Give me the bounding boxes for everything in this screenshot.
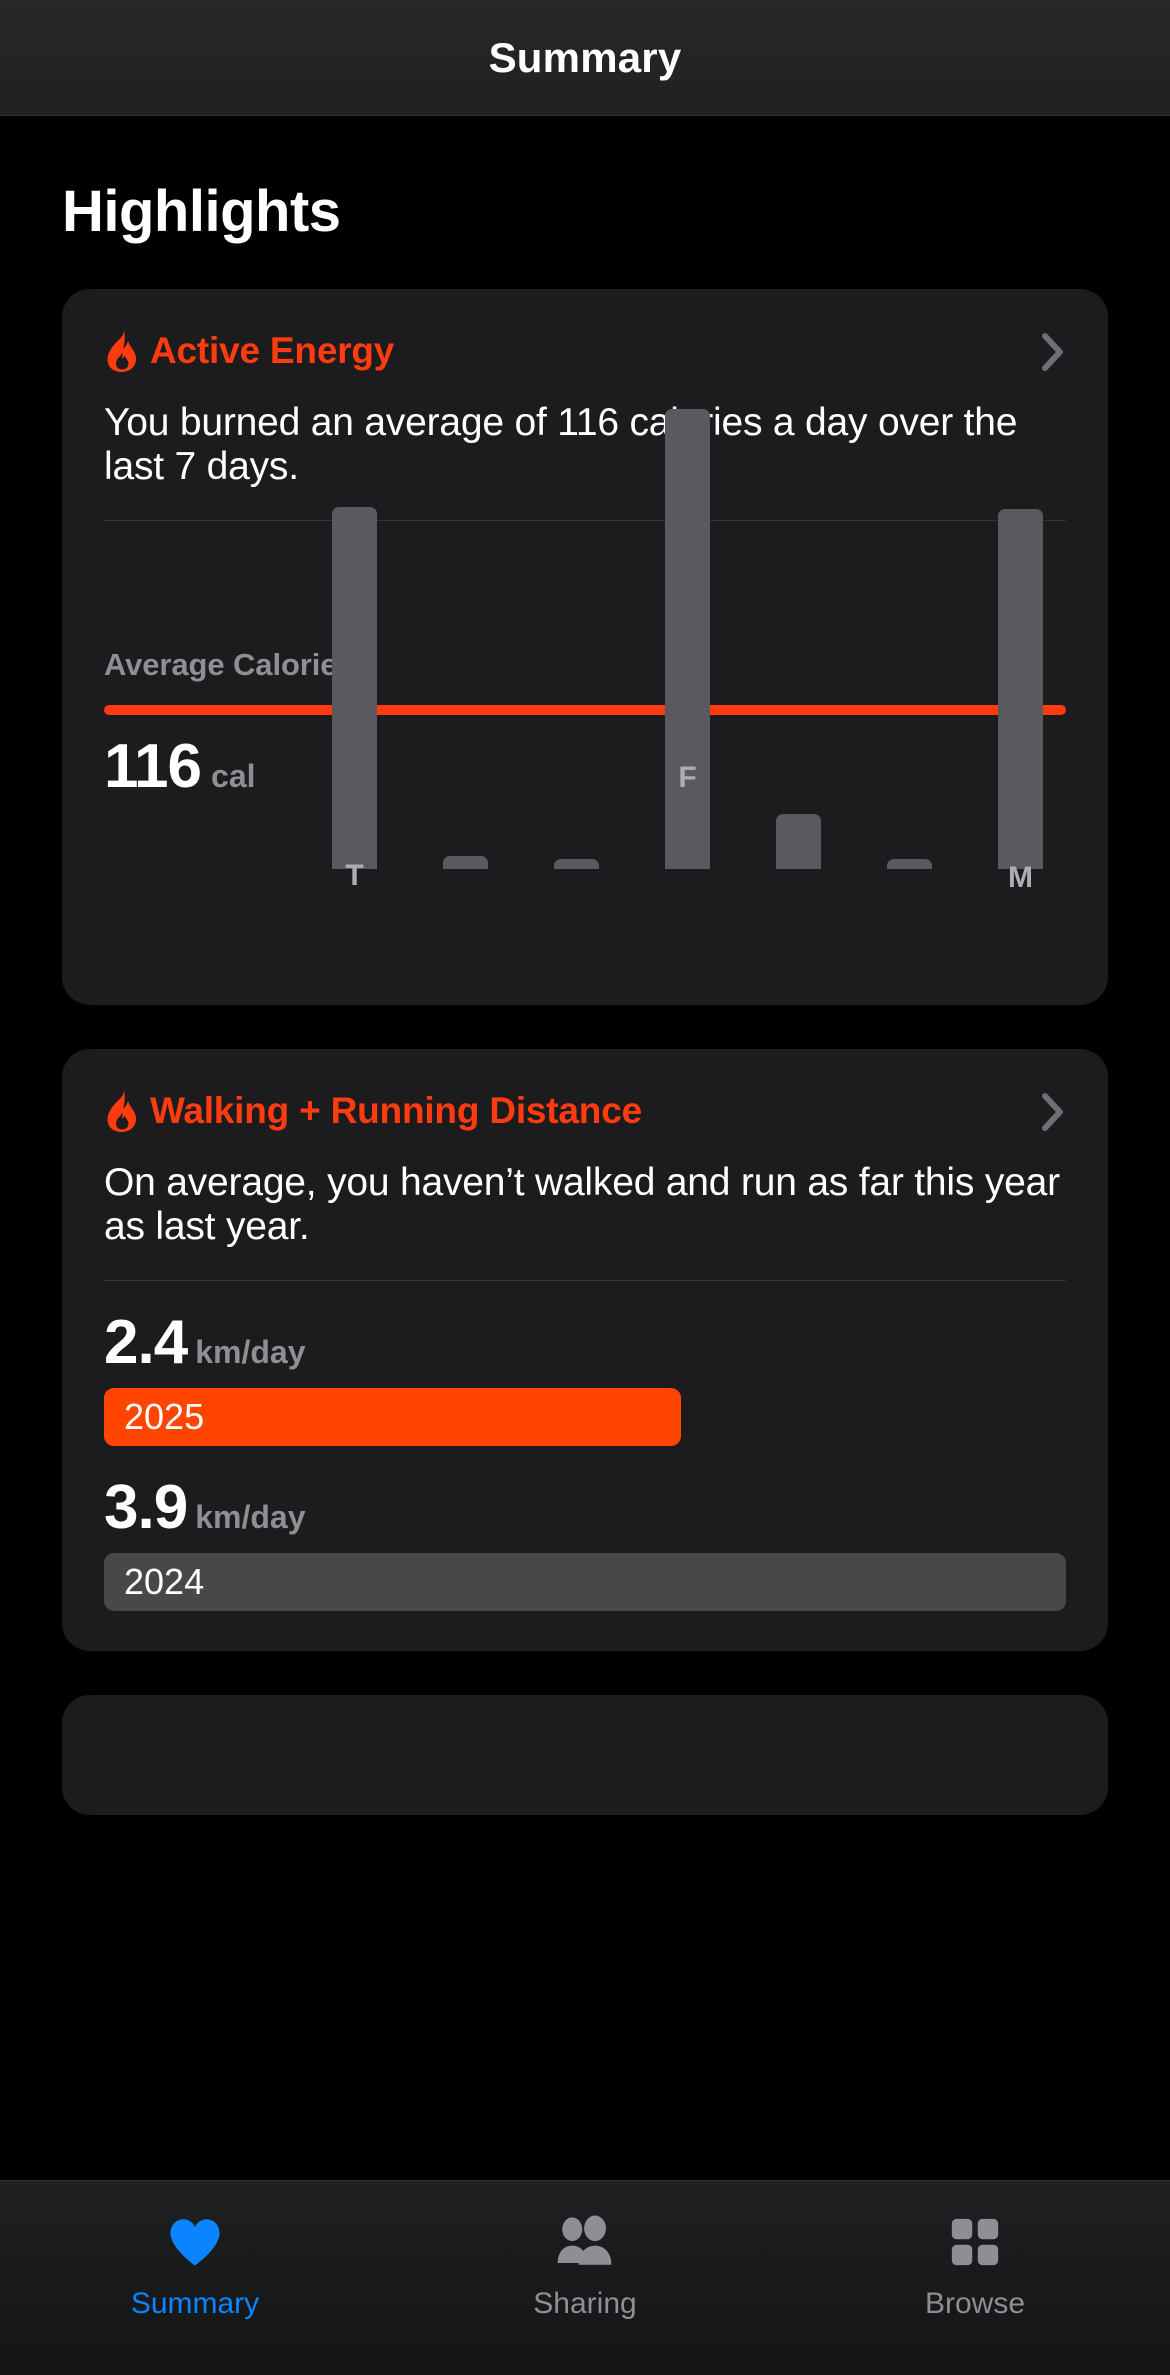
average-unit: cal — [211, 757, 256, 794]
chevron-right-icon[interactable] — [1042, 1092, 1064, 1131]
page-title: Summary — [488, 33, 682, 81]
bar-column: F — [665, 408, 710, 869]
distance-number: 2.4 — [104, 1307, 188, 1377]
year-bar-2025: 2025 — [104, 1387, 682, 1446]
year-bar-2024: 2024 — [104, 1552, 1066, 1611]
scroll-content[interactable]: Highlights Active Energy You burned an a… — [0, 116, 1170, 2375]
bar-column: W — [443, 855, 488, 1241]
year-bar-label: 2024 — [124, 1560, 205, 1602]
average-calories-label: Average Calories — [104, 646, 355, 682]
chevron-right-icon[interactable] — [1042, 333, 1064, 371]
card-divider — [104, 1279, 1066, 1281]
bar-label: T — [345, 858, 364, 892]
section-heading: Highlights — [62, 179, 341, 244]
bar-label: F — [678, 760, 697, 794]
flame-icon — [104, 1089, 140, 1133]
tab-label: Summary — [130, 2287, 260, 2320]
card-header[interactable]: Walking + Running Distance — [104, 1083, 1066, 1139]
average-number: 116 — [104, 731, 202, 801]
average-value: 116 cal — [104, 731, 256, 802]
active-energy-chart: Average Calories 116 cal T W T F S S M — [104, 408, 1066, 1244]
card-walking-running-distance[interactable]: Walking + Running Distance On average, y… — [62, 1048, 1108, 1651]
bar-column: T — [554, 858, 599, 1244]
people-icon — [554, 2211, 616, 2273]
card-active-energy[interactable]: Active Energy You burned an average of 1… — [62, 289, 1108, 1244]
distance-value: 2.4 km/day — [104, 1307, 1066, 1378]
navigation-bar: Summary — [0, 0, 1170, 116]
health-summary-screen: Summary Highlights Active Energy You bur… — [0, 0, 1170, 2375]
card-title: Active Energy — [150, 330, 395, 371]
card-next-partial[interactable] — [62, 1694, 1108, 1815]
distance-unit: km/day — [195, 1498, 306, 1535]
year-bar-label: 2025 — [124, 1395, 205, 1437]
bar-series: T W T F S S M — [332, 408, 1066, 1244]
tab-label: Browse — [924, 2287, 1026, 2320]
card-header[interactable]: Active Energy — [104, 323, 1066, 379]
bar-column: T — [332, 506, 377, 892]
bar-column: S — [776, 813, 821, 1199]
distance-value: 3.9 km/day — [104, 1472, 1066, 1543]
tab-browse[interactable]: Browse — [780, 2181, 1170, 2375]
bar-column: M — [998, 508, 1043, 894]
bar-column: S — [887, 858, 932, 1244]
tab-summary[interactable]: Summary — [0, 2181, 390, 2375]
comparison-row-2024: 3.9 km/day 2024 — [104, 1472, 1066, 1611]
comparison-row-2025: 2.4 km/day 2025 — [104, 1307, 1066, 1446]
card-description: You burned an average of 116 calories a … — [104, 401, 1018, 489]
tab-sharing[interactable]: Sharing — [390, 2181, 780, 2375]
card-divider — [104, 519, 1066, 521]
distance-unit: km/day — [195, 1333, 306, 1370]
tab-label: Sharing — [533, 2287, 637, 2320]
bar-label: M — [1008, 860, 1033, 894]
flame-icon — [104, 329, 140, 373]
card-description: On average, you haven’t walked and run a… — [104, 1160, 1060, 1249]
year-comparison: 2.4 km/day 2025 3.9 km/day 2024 — [104, 1307, 1066, 1611]
heart-icon — [167, 2211, 223, 2273]
distance-number: 3.9 — [104, 1472, 188, 1542]
tab-bar: Summary Sharing Browse — [0, 2180, 1170, 2375]
grid-icon — [950, 2211, 1000, 2273]
card-title: Walking + Running Distance — [150, 1089, 642, 1131]
